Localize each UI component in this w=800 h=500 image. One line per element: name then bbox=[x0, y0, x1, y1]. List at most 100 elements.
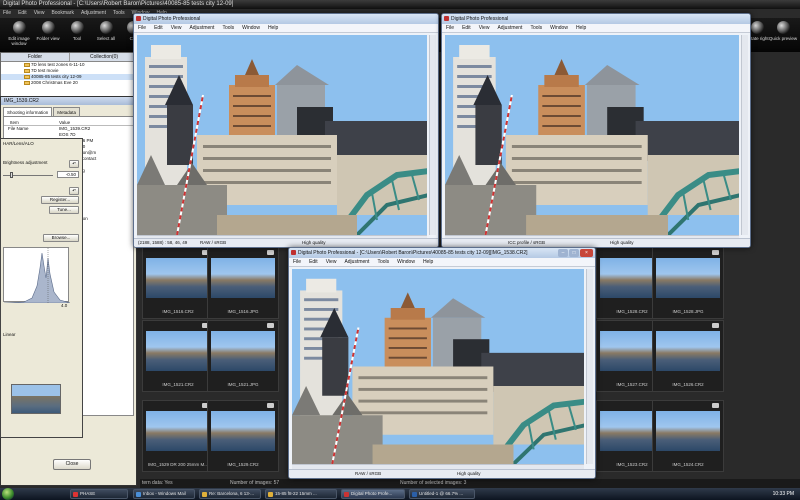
taskbar-item-phase[interactable]: PHASE bbox=[70, 489, 128, 499]
menu-edit[interactable]: Edit bbox=[309, 258, 318, 266]
menu-file[interactable]: File bbox=[3, 9, 11, 18]
photo-window-status: ICC profile / sRGB High quality bbox=[442, 238, 750, 247]
dpp-icon bbox=[344, 492, 349, 497]
thumbnail-cell[interactable]: IMG_1529.CR2 bbox=[207, 400, 279, 472]
photo-view[interactable] bbox=[445, 35, 739, 235]
menu-tools[interactable]: Tools bbox=[530, 24, 542, 32]
folder-view-label: Folder view bbox=[36, 36, 60, 41]
app-icon bbox=[73, 492, 78, 497]
vertical-scrollbar[interactable] bbox=[429, 35, 436, 235]
menu-view[interactable]: View bbox=[171, 24, 182, 32]
menu-edit[interactable]: Edit bbox=[154, 24, 163, 32]
lens-tab-label[interactable]: HAR/Lens/ALO bbox=[3, 141, 34, 147]
photo-window-title[interactable]: Digital Photo Professional bbox=[134, 14, 438, 24]
vertical-scrollbar[interactable] bbox=[586, 269, 593, 464]
taskbar-item-label: Untitled-1 @ 66.7% ... bbox=[419, 491, 464, 496]
thumbnail-cell[interactable]: IMG_1526.CR2 bbox=[652, 320, 724, 392]
quick-preview-button[interactable]: Quick preview bbox=[768, 21, 798, 41]
vertical-scrollbar[interactable] bbox=[741, 35, 748, 235]
menu-view[interactable]: View bbox=[479, 24, 490, 32]
close-icon[interactable]: × bbox=[580, 249, 593, 257]
menu-edit[interactable]: Edit bbox=[462, 24, 471, 32]
taskbar-item-photoshop[interactable]: Untitled-1 @ 66.7% ... bbox=[409, 489, 475, 499]
folder-item[interactable]: 2008 Christmas Eve 20 bbox=[1, 80, 139, 86]
menu-adjustment[interactable]: Adjustment bbox=[497, 24, 522, 32]
thumbnail-cell[interactable]: IMG_1521.JPG bbox=[207, 320, 279, 392]
menu-file[interactable]: File bbox=[446, 24, 454, 32]
raw-badge-icon bbox=[267, 403, 274, 408]
minimize-icon[interactable]: – bbox=[558, 249, 568, 257]
menu-help[interactable]: Help bbox=[268, 24, 278, 32]
menu-tools[interactable]: Tools bbox=[113, 9, 125, 18]
taskbar-item-message[interactable]: Re: Barcelona, 6 13-... bbox=[199, 489, 261, 499]
menu-window[interactable]: Window bbox=[397, 258, 415, 266]
reset-button[interactable]: ↶ bbox=[69, 187, 79, 195]
photo-window-title-text: Digital Photo Professional bbox=[143, 16, 201, 22]
tray-clock[interactable]: 10:33 PM bbox=[773, 488, 794, 500]
photo-window-title[interactable]: Digital Photo Professional bbox=[442, 14, 750, 24]
register-button[interactable]: Register... bbox=[41, 196, 79, 204]
menu-tools[interactable]: Tools bbox=[377, 258, 389, 266]
thumbnail-cell[interactable]: IMG_1521.CR2 bbox=[142, 320, 214, 392]
menu-file[interactable]: File bbox=[293, 258, 301, 266]
photo-window-title[interactable]: Digital Photo Professional - [C:\Users\R… bbox=[289, 248, 595, 258]
taskbar-item-dpp[interactable]: Digital Photo Profe... bbox=[341, 489, 405, 499]
taskbar-item-document[interactable]: 15-85 f8-22 15mm ... bbox=[265, 489, 337, 499]
reset-button[interactable]: ↶ bbox=[69, 160, 79, 168]
info-window-title[interactable]: IMG_1539.CR2 bbox=[1, 97, 136, 105]
thumbnail-cell[interactable]: IMG_1516.CR2 bbox=[142, 247, 214, 319]
menu-window[interactable]: Window bbox=[550, 24, 568, 32]
tab-metadata[interactable]: Metadata bbox=[53, 107, 81, 116]
edit-image-window-button[interactable]: Edit image window bbox=[4, 21, 34, 46]
brightness-slider-thumb[interactable] bbox=[10, 172, 13, 178]
menu-bookmark[interactable]: Bookmark bbox=[51, 9, 74, 18]
photo-window-title-text: Digital Photo Professional bbox=[451, 16, 509, 22]
photo-view[interactable] bbox=[292, 269, 584, 464]
tool-button[interactable]: Tool bbox=[62, 21, 92, 41]
color-mode-label: RAW / sRGB bbox=[200, 240, 227, 245]
thumbnail-cell[interactable]: IMG_1528.JPG bbox=[652, 247, 724, 319]
thumbnail-cell[interactable]: IMG_1529 DR 200 25mm M... bbox=[142, 400, 214, 472]
folder-panel: Folder Collection(0) 7D lens test zones … bbox=[0, 52, 140, 97]
tab-shooting-information[interactable]: Shooting information bbox=[3, 107, 53, 116]
tab-collection[interactable]: Collection(0) bbox=[70, 53, 139, 61]
photo-window-right: Digital Photo Professional File Edit Vie… bbox=[441, 13, 751, 248]
folder-icon bbox=[24, 63, 30, 67]
menu-edit[interactable]: Edit bbox=[18, 9, 27, 18]
select-all-button[interactable]: Select all bbox=[91, 21, 121, 41]
thumbnail-label: IMG_1529 DR 200 25mm M... bbox=[147, 462, 209, 467]
message-icon bbox=[202, 492, 207, 497]
menu-adjustment[interactable]: Adjustment bbox=[189, 24, 214, 32]
navigator-thumbnail[interactable] bbox=[11, 384, 61, 414]
thumbnail-cell[interactable]: IMG_1516.JPG bbox=[207, 247, 279, 319]
mail-icon bbox=[136, 492, 141, 497]
tune-button[interactable]: Tune... bbox=[49, 206, 79, 214]
select-all-label: Select all bbox=[96, 36, 116, 41]
linear-checkbox-label[interactable]: Linear bbox=[3, 332, 16, 338]
quick-preview-icon bbox=[776, 21, 790, 34]
main-title-bar[interactable]: Digital Photo Professional - [C:\Users\R… bbox=[0, 0, 800, 9]
raw-badge-icon bbox=[712, 250, 719, 255]
thumbnail-cell[interactable]: IMG_1524.CR2 bbox=[652, 400, 724, 472]
start-button-icon[interactable] bbox=[2, 488, 14, 500]
menu-view[interactable]: View bbox=[326, 258, 337, 266]
brightness-value-field[interactable]: -0.50 bbox=[57, 171, 79, 178]
menu-adjustment[interactable]: Adjustment bbox=[81, 9, 106, 18]
menu-adjustment[interactable]: Adjustment bbox=[344, 258, 369, 266]
browse-button[interactable]: Browse... bbox=[43, 234, 79, 242]
tab-folder[interactable]: Folder bbox=[1, 53, 70, 61]
maximize-icon[interactable]: □ bbox=[569, 249, 579, 257]
menu-file[interactable]: File bbox=[138, 24, 146, 32]
app-icon bbox=[136, 16, 141, 21]
menu-help[interactable]: Help bbox=[576, 24, 586, 32]
menu-tools[interactable]: Tools bbox=[222, 24, 234, 32]
photo-view[interactable] bbox=[137, 35, 427, 235]
menu-view[interactable]: View bbox=[34, 9, 45, 18]
close-button[interactable]: Close bbox=[53, 459, 91, 470]
menu-help[interactable]: Help bbox=[423, 258, 433, 266]
menu-window[interactable]: Window bbox=[242, 24, 260, 32]
folder-view-button[interactable]: Folder view bbox=[33, 21, 63, 41]
taskbar-item-mail[interactable]: Inbox - Windows Mail bbox=[133, 489, 195, 499]
photo-window-title-text: Digital Photo Professional - [C:\Users\R… bbox=[298, 250, 528, 256]
thumbnail-image bbox=[656, 258, 720, 298]
